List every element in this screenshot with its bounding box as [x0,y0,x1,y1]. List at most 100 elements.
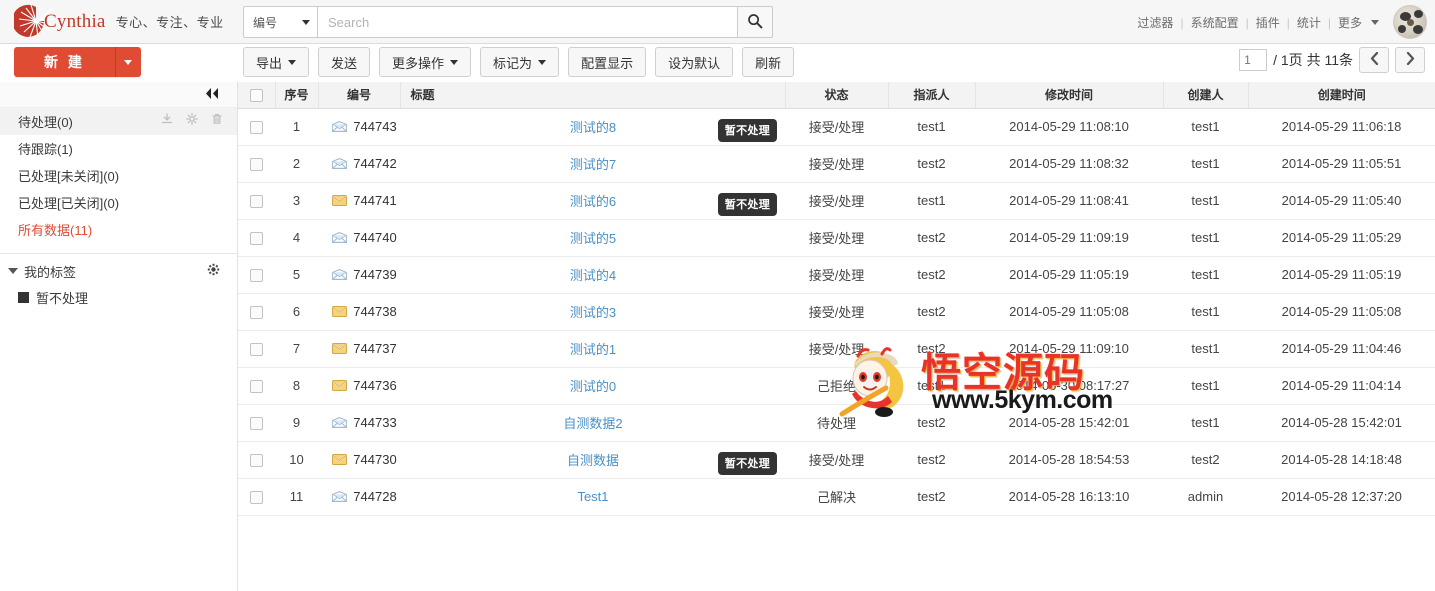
column-header-modified[interactable]: 修改时间 [975,82,1164,109]
sidebar-item-all-data[interactable]: 所有数据(11) [0,216,237,243]
cell-status: 待处理 [785,404,888,442]
cell-num: 744736 [318,367,400,405]
envelope-closed-icon [332,380,348,391]
cell-created: 2014-05-29 11:05:40 [1248,182,1435,220]
more-actions-button[interactable]: 更多操作 [379,47,472,77]
table-row[interactable]: 5 744739 测试的4 接受/处理 test2 2014-05-29 11:05:19… [238,256,1435,294]
topnav-item-more[interactable]: 更多 [1331,14,1369,31]
row-checkbox[interactable] [250,417,263,431]
search-button[interactable] [737,6,773,38]
table-row[interactable]: 3 744741 测试的6 暂不处理 接受/处理 test1 2014-05-29 11:0… [238,182,1435,220]
ticket-title-link[interactable]: 自测数据 [567,453,619,468]
prev-page-button[interactable] [1359,47,1389,73]
ticket-number: 744743 [353,119,397,134]
chevron-down-icon [8,268,18,274]
top-nav: 过滤器 | 系统配置 | 插件 | 统计 | 更多 [1130,14,1379,31]
table-row[interactable]: 11 744728 Test1 己解决 test2 2014-05-28 16:13:10… [238,478,1435,516]
ticket-title-link[interactable]: 测试的8 [570,120,616,135]
row-checkbox[interactable] [250,195,263,209]
download-icon[interactable] [161,113,173,128]
sidebar-item-processed-open[interactable]: 已处理[未关闭](0) [0,162,237,189]
set-default-button[interactable]: 设为默认 [655,47,734,77]
tag-item-on-hold[interactable]: 暂不处理 [0,284,237,310]
table-row[interactable]: 6 744738 测试的3 接受/处理 test2 2014-05-29 11:05:08… [238,293,1435,331]
table-row[interactable]: 2 744742 测试的7 接受/处理 test2 2014-05-29 11:08:32… [238,145,1435,183]
row-checkbox[interactable] [250,380,263,394]
table-row[interactable]: 8 744736 测试的0 己拒绝 test1 2014-05-30 08:17:27 te… [238,367,1435,405]
row-checkbox[interactable] [250,121,263,135]
new-button-dropdown[interactable] [114,47,141,77]
refresh-button[interactable]: 刷新 [742,47,795,77]
search-input[interactable] [317,6,737,38]
topnav-item-plugins[interactable]: 插件 [1249,14,1287,31]
chevron-down-icon [302,19,310,25]
ticket-title-link[interactable]: 测试的0 [570,379,616,394]
table-row[interactable]: 9 744733 自测数据2 待处理 test2 2014-05-28 15:42:01 t… [238,404,1435,442]
column-header-status[interactable]: 状态 [785,82,889,109]
next-page-button[interactable] [1395,47,1425,73]
ticket-title-link[interactable]: 测试的5 [570,231,616,246]
table-row[interactable]: 10 744730 自测数据 暂不处理 接受/处理 test2 2014-05-28 18:… [238,441,1435,479]
ticket-title-link[interactable]: 测试的1 [570,342,616,357]
configure-display-button[interactable]: 配置显示 [568,47,647,77]
chevron-down-icon [288,59,297,65]
column-header-num[interactable]: 编号 [318,82,401,109]
ticket-title-link[interactable]: 测试的7 [570,157,616,172]
topnav-item-stats[interactable]: 统计 [1290,14,1328,31]
export-button[interactable]: 导出 [243,47,310,77]
ticket-title-link[interactable]: 测试的3 [570,305,616,320]
topnav-item-system-config[interactable]: 系统配置 [1184,14,1246,31]
sidebar-item-pending[interactable]: 待处理(0) [0,108,237,135]
table-row[interactable]: 7 744737 测试的1 接受/处理 test2 2014-05-29 11:09:10… [238,330,1435,368]
row-checkbox[interactable] [250,454,263,468]
cell-status: 接受/处理 [785,441,888,479]
gear-icon[interactable] [186,113,198,128]
gear-icon[interactable] [207,263,220,279]
cell-title: 测试的5 [400,219,785,257]
sidebar-item-processed-closed[interactable]: 已处理[已关闭](0) [0,189,237,216]
ticket-title-link[interactable]: 自测数据2 [563,416,622,431]
select-all-checkbox[interactable] [249,88,263,102]
topnav-item-filters[interactable]: 过滤器 [1130,14,1180,31]
table-row[interactable]: 4 744740 测试的5 接受/处理 test2 2014-05-29 11:09:19… [238,219,1435,257]
configure-display-label: 配置显示 [581,55,634,71]
search-field-select[interactable]: 编号 [243,6,317,38]
ticket-title-link[interactable]: 测试的6 [570,194,616,209]
cell-title: 测试的7 [400,145,785,183]
avatar[interactable] [1393,5,1427,39]
cell-num: 744733 [318,404,400,442]
logo[interactable]: Cynthia 专心、专注、专业 [12,3,224,41]
page-number-input[interactable] [1239,49,1268,71]
row-checkbox[interactable] [250,232,263,246]
my-tags-header[interactable]: 我的标签 [0,258,237,284]
envelope-closed-icon [332,195,348,206]
row-checkbox[interactable] [250,343,263,357]
row-select-cell [238,478,275,516]
row-checkbox[interactable] [250,491,263,505]
column-header-creator[interactable]: 创建人 [1163,82,1249,109]
ticket-title-link[interactable]: 测试的4 [570,268,616,283]
new-button[interactable]: 新 建 [14,47,115,77]
sidebar-item-tracking[interactable]: 待跟踪(1) [0,135,237,162]
sidebar-collapse-button[interactable] [201,85,223,104]
column-header-assignee[interactable]: 指派人 [888,82,976,109]
row-checkbox[interactable] [250,269,263,283]
column-header-seq[interactable]: 序号 [275,82,319,109]
send-button[interactable]: 发送 [318,47,371,77]
cell-seq: 11 [275,478,318,516]
row-checkbox[interactable] [250,158,263,172]
envelope-open-icon [332,232,348,243]
mark-as-button[interactable]: 标记为 [480,47,560,77]
table-row[interactable]: 1 744743 测试的8 暂不处理 接受/处理 test1 2014-05-29 11:0… [238,108,1435,146]
trash-icon[interactable] [211,113,223,128]
column-header-title[interactable]: 标题 [400,82,786,109]
cell-created: 2014-05-29 11:04:14 [1248,367,1435,405]
cell-creator: test2 [1163,441,1248,479]
column-header-created[interactable]: 创建时间 [1248,82,1435,109]
row-checkbox[interactable] [250,306,263,320]
cell-creator: test1 [1163,256,1248,294]
table-header-row: 序号 编号 标题 状态 指派人 修改时间 创建人 创建时间 [238,82,1435,109]
ticket-title-link[interactable]: Test1 [577,489,608,504]
cell-created: 2014-05-29 11:04:46 [1248,330,1435,368]
cell-seq: 8 [275,367,318,405]
